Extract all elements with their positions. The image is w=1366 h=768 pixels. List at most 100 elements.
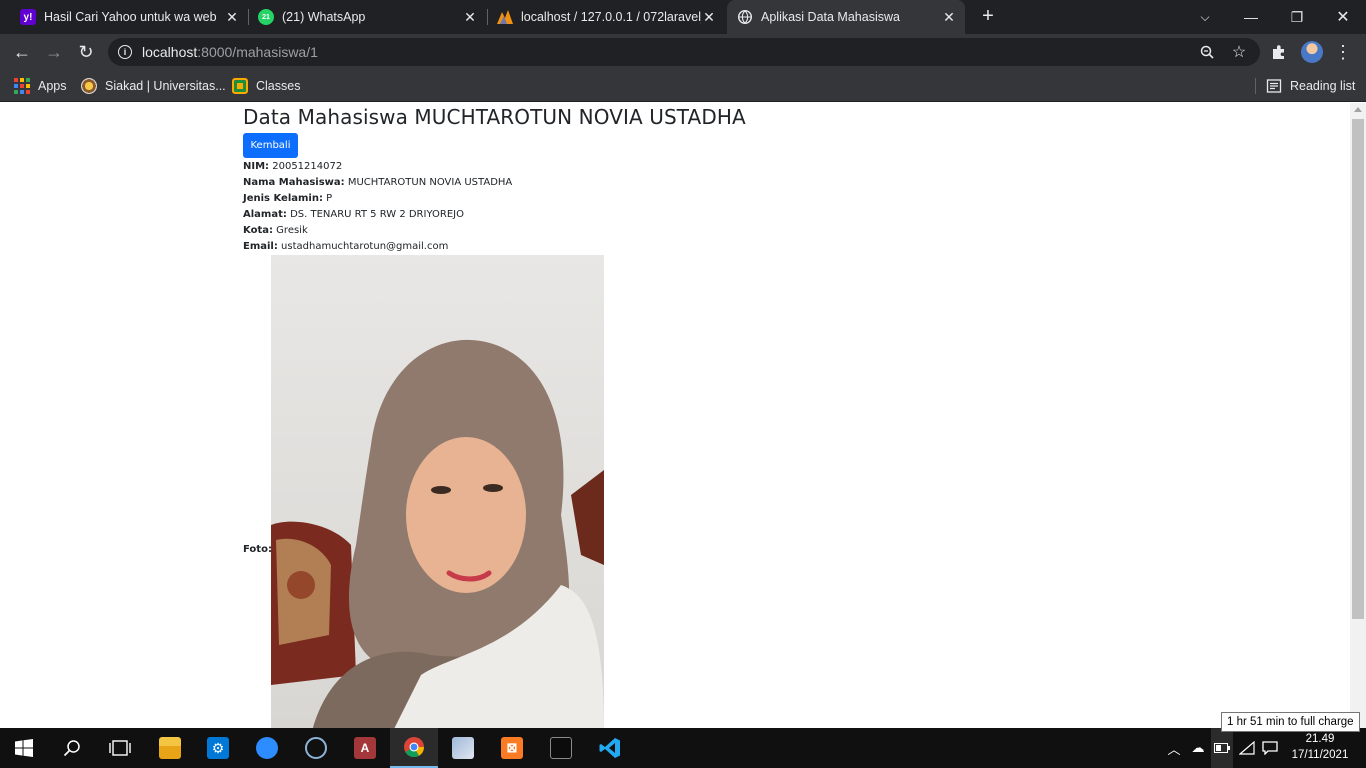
- detail-email: Email: ustadhamuchtarotun@gmail.com: [243, 239, 448, 255]
- scroll-up-arrow-icon[interactable]: [1354, 107, 1362, 112]
- student-photo: [271, 255, 604, 728]
- taskbar-clock[interactable]: 21.49 17/11/2021: [1290, 731, 1350, 763]
- tab-whatsapp[interactable]: 21 (21) WhatsApp ✕: [250, 0, 486, 34]
- tab-separator: [248, 9, 249, 25]
- minimize-button[interactable]: ―: [1228, 0, 1274, 34]
- detail-kota: Kota: Gresik: [243, 223, 308, 239]
- bookmarks-bar: Apps Siakad | Universitas... Classes Rea…: [0, 70, 1366, 102]
- tab-yahoo[interactable]: y! Hasil Cari Yahoo untuk wa web ✕: [12, 0, 248, 34]
- microsoft-access-icon[interactable]: A: [341, 728, 389, 768]
- close-tab-icon[interactable]: ✕: [701, 9, 717, 25]
- search-icon[interactable]: [48, 728, 96, 768]
- detail-value: P: [326, 193, 333, 204]
- settings-gear-icon[interactable]: ⚙: [194, 728, 242, 768]
- new-tab-button[interactable]: +: [977, 5, 999, 27]
- close-tab-icon[interactable]: ✕: [224, 9, 240, 25]
- bookmarks-separator: [1255, 78, 1256, 94]
- profile-avatar[interactable]: [1301, 41, 1323, 63]
- zoom-app-icon[interactable]: [243, 728, 291, 768]
- university-icon: [81, 78, 97, 94]
- battery-icon[interactable]: [1211, 728, 1233, 768]
- kembali-button[interactable]: Kembali: [243, 133, 298, 158]
- scroll-thumb[interactable]: [1352, 119, 1364, 619]
- task-view-icon[interactable]: [96, 728, 144, 768]
- wifi-icon[interactable]: [1236, 728, 1258, 768]
- detail-label: NIM:: [243, 161, 270, 172]
- tab-strip: y! Hasil Cari Yahoo untuk wa web ✕ 21 (2…: [0, 0, 1366, 34]
- detail-nim: NIM: 20051214072: [243, 159, 342, 175]
- menu-kebab-icon[interactable]: ⋮: [1332, 41, 1354, 63]
- back-arrow-icon[interactable]: ←: [9, 39, 35, 65]
- tab-title: Hasil Cari Yahoo untuk wa web: [44, 10, 217, 24]
- detail-label: Kota:: [243, 225, 273, 236]
- page-viewport: Data Mahasiswa MUCHTAROTUN NOVIA USTADHA…: [0, 103, 1350, 728]
- detail-jenis-kelamin: Jenis Kelamin: P: [243, 191, 332, 207]
- forward-arrow-icon[interactable]: →: [41, 39, 67, 65]
- vscode-icon[interactable]: [586, 728, 634, 768]
- bookmark-label: Siakad | Universitas...: [105, 79, 226, 93]
- tab-search-chevron-icon[interactable]: ⌵: [1182, 0, 1228, 34]
- notifications-icon[interactable]: [1259, 728, 1281, 768]
- terminal-icon[interactable]: [537, 728, 585, 768]
- chrome-taskbar-icon[interactable]: [390, 728, 438, 768]
- close-tab-icon[interactable]: ✕: [941, 9, 957, 25]
- reading-list-button[interactable]: Reading list: [1266, 76, 1355, 96]
- detail-nama: Nama Mahasiswa: MUCHTAROTUN NOVIA USTADH…: [243, 175, 512, 191]
- detail-label: Email:: [243, 241, 278, 252]
- page-title: Data Mahasiswa MUCHTAROTUN NOVIA USTADHA: [243, 105, 746, 129]
- address-path: :8000/mahasiswa/1: [197, 44, 318, 60]
- reading-list-icon: [1266, 78, 1282, 94]
- whatsapp-icon: 21: [258, 9, 274, 25]
- address-bar[interactable]: i localhost:8000/mahasiswa/1 ☆: [108, 38, 1260, 66]
- network-computer-icon[interactable]: [439, 728, 487, 768]
- detail-value: MUCHTAROTUN NOVIA USTADHA: [347, 177, 513, 188]
- tab-title: (21) WhatsApp: [282, 10, 366, 24]
- globe-icon: [737, 9, 753, 25]
- address-url[interactable]: localhost:8000/mahasiswa/1: [142, 44, 318, 60]
- bookmark-classes[interactable]: Classes: [232, 76, 300, 96]
- detail-label: Alamat:: [243, 209, 287, 220]
- tab-title: localhost / 127.0.0.1 / 072laravel_: [521, 10, 701, 24]
- detail-label: Jenis Kelamin:: [243, 193, 323, 204]
- yahoo-icon: y!: [20, 9, 36, 25]
- phpmyadmin-icon: [497, 9, 513, 25]
- tab-title: Aplikasi Data Mahasiswa: [761, 10, 900, 24]
- site-info-icon[interactable]: i: [118, 45, 132, 59]
- zoom-icon[interactable]: [1198, 43, 1216, 61]
- page-scrollbar[interactable]: [1350, 103, 1366, 728]
- detail-alamat: Alamat: DS. TENARU RT 5 RW 2 DRIYOREJO: [243, 207, 464, 223]
- detail-value: ustadhamuchtarotun@gmail.com: [281, 241, 449, 252]
- windows-start-icon[interactable]: [0, 728, 48, 768]
- windows-taskbar: ⚙ A ⊠ ︿ ☁ 21.49 17/11/2021: [0, 728, 1366, 768]
- bookmark-siakad[interactable]: Siakad | Universitas...: [81, 76, 226, 96]
- detail-value: Gresik: [276, 225, 308, 236]
- show-hidden-icons-chevron[interactable]: ︿: [1164, 728, 1184, 768]
- foto-label: Foto:: [243, 544, 272, 555]
- bookmark-apps[interactable]: Apps: [14, 76, 67, 96]
- bookmark-label: Apps: [38, 79, 67, 93]
- reload-icon[interactable]: ↻: [73, 39, 99, 65]
- google-classroom-icon: [232, 78, 248, 94]
- file-explorer-icon[interactable]: [146, 728, 194, 768]
- xampp-icon[interactable]: ⊠: [488, 728, 536, 768]
- detail-value: DS. TENARU RT 5 RW 2 DRIYOREJO: [290, 209, 464, 220]
- address-host: localhost: [142, 44, 198, 60]
- cortana-icon[interactable]: [292, 728, 340, 768]
- browser-toolbar: ← → ↻ i localhost:8000/mahasiswa/1 ☆ ⋮: [0, 34, 1366, 70]
- detail-label: Nama Mahasiswa:: [243, 177, 345, 188]
- tab-separator: [487, 9, 488, 25]
- restore-button[interactable]: ❐: [1274, 0, 1320, 34]
- clock-date: 17/11/2021: [1291, 749, 1349, 761]
- bookmark-label: Classes: [256, 79, 301, 93]
- close-tab-icon[interactable]: ✕: [462, 9, 478, 25]
- tab-aplikasi-data-mahasiswa[interactable]: Aplikasi Data Mahasiswa ✕: [727, 0, 965, 34]
- detail-value: 20051214072: [272, 161, 343, 172]
- bookmark-star-icon[interactable]: ☆: [1230, 43, 1248, 61]
- close-window-button[interactable]: ✕: [1320, 0, 1366, 34]
- tab-phpmyadmin[interactable]: localhost / 127.0.0.1 / 072laravel_ ✕: [489, 0, 725, 34]
- battery-tooltip: 1 hr 51 min to full charge: [1221, 712, 1360, 732]
- reading-list-label: Reading list: [1290, 79, 1356, 93]
- apps-grid-icon: [14, 78, 30, 94]
- extensions-puzzle-icon[interactable]: [1268, 41, 1290, 63]
- onedrive-cloud-icon[interactable]: ☁: [1186, 728, 1210, 768]
